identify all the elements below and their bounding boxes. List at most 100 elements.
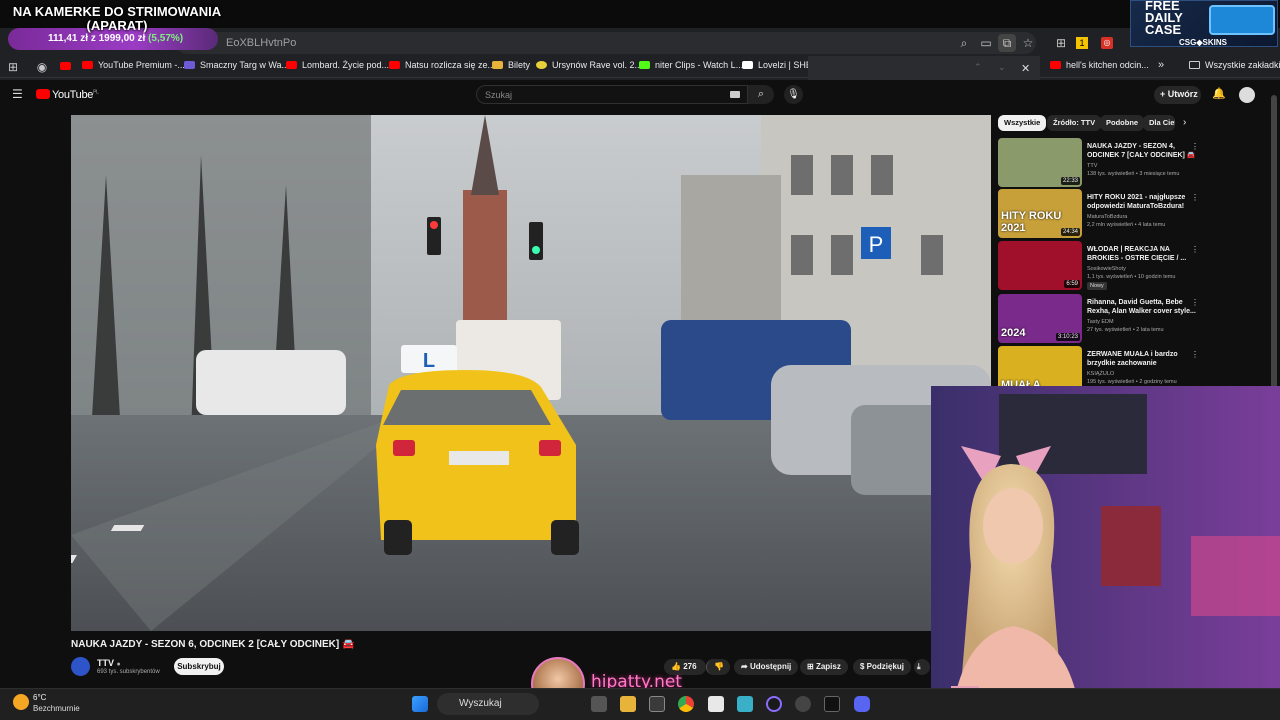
- share-button[interactable]: ➦ Udostępnij: [734, 659, 799, 675]
- more-options-icon[interactable]: ⋮: [1191, 193, 1199, 202]
- download-icon: ⤓: [917, 662, 921, 671]
- related-channel: MaturaToBzdura: [1087, 214, 1128, 220]
- store-icon[interactable]: [649, 696, 665, 712]
- related-meta: 2,2 mln wyświetleń • 4 lata temu: [1087, 222, 1166, 228]
- create-button[interactable]: + Utwórz: [1154, 86, 1201, 104]
- related-video[interactable]: 2024 3:10:23 Rihanna, David Guetta, Bebe R…: [998, 294, 1278, 344]
- obs-icon[interactable]: [766, 696, 782, 712]
- chip-for-you[interactable]: Dla Ciebie: [1143, 115, 1175, 131]
- thanks-button[interactable]: $ Podziękuj: [853, 659, 912, 675]
- extension-icon[interactable]: ⊞: [1052, 34, 1070, 52]
- notepad-icon[interactable]: [708, 696, 724, 712]
- address-bar[interactable]: EoXBLHvtnPo: [176, 32, 1036, 54]
- weather-icon[interactable]: [13, 694, 29, 710]
- notifications-icon[interactable]: 🔔: [1212, 87, 1226, 100]
- url-text: EoXBLHvtnPo: [226, 37, 297, 49]
- video-thumbnail[interactable]: 2024 3:10:23: [998, 294, 1082, 343]
- youtube-logo[interactable]: YouTubePL: [36, 89, 99, 101]
- apps-grid-icon[interactable]: ⊞: [4, 58, 22, 76]
- subscriber-count: 693 tys. subskrybentów: [97, 669, 160, 675]
- video-thumbnail[interactable]: HITY ROKU 2021 24:34: [998, 189, 1082, 238]
- taskbar-search[interactable]: Wyszukaj: [437, 693, 539, 715]
- chrome-icon[interactable]: [678, 696, 694, 712]
- duration-badge: 22:33: [1060, 177, 1080, 185]
- extension-yellow-icon[interactable]: 1: [1076, 37, 1088, 49]
- related-meta: 195 tys. wyświetleń • 2 godziny temu: [1087, 379, 1177, 385]
- chip-similar[interactable]: Podobne: [1100, 115, 1145, 131]
- bookmark-0[interactable]: YouTube Premium -...: [82, 60, 185, 70]
- channel-avatar[interactable]: [71, 657, 90, 676]
- goal-title: NA KAMERKE DO STRIMOWANIA (APARAT): [12, 4, 222, 33]
- bookmark-6[interactable]: niter Clips - Watch L...: [639, 60, 743, 70]
- related-meta: 1,1 tys. wyświetleń • 10 godzin temu: [1087, 274, 1176, 280]
- thumbnail-text: 2024: [1001, 327, 1026, 339]
- find-down-icon[interactable]: ⌄: [998, 62, 1006, 73]
- install-icon[interactable]: ⧉: [998, 34, 1016, 52]
- video-player[interactable]: P L: [71, 115, 991, 631]
- bookmark-2[interactable]: Lombard. Życie pod...: [286, 60, 389, 70]
- bookmark-1[interactable]: Smaczny Targ w Wa...: [184, 60, 289, 70]
- bookmark-5[interactable]: Ursynów Rave vol. 2...: [536, 60, 642, 70]
- subscribe-button[interactable]: Subskrybuj: [174, 658, 224, 675]
- menu-icon[interactable]: ☰: [12, 87, 23, 101]
- cast-icon[interactable]: ▭: [977, 34, 995, 52]
- related-title: HITY ROKU 2021 - najgłupsze odpowiedzi M…: [1087, 194, 1186, 210]
- bookmark-star-icon[interactable]: ☆: [1019, 34, 1037, 52]
- search-placeholder: Szukaj: [485, 90, 513, 100]
- related-title: WŁODAR | REAKCJA NA BROKIES - OSTRE CIĘC…: [1087, 246, 1187, 262]
- duration-badge: 6:59: [1064, 280, 1080, 288]
- more-options-icon[interactable]: ⋮: [1191, 245, 1199, 254]
- search-input[interactable]: Szukaj: [476, 85, 748, 104]
- related-channel: Tasty EDM: [1087, 319, 1114, 325]
- dislike-button[interactable]: 👎: [706, 659, 730, 675]
- site-icon[interactable]: ◉: [33, 58, 51, 76]
- all-bookmarks[interactable]: Wszystkie zakładki: [1189, 60, 1280, 70]
- save-button[interactable]: ⊞ Zapisz: [800, 659, 848, 675]
- download-button[interactable]: ⤓: [914, 659, 930, 675]
- svg-text:L: L: [423, 350, 435, 372]
- app-icon[interactable]: [795, 696, 811, 712]
- find-close-icon[interactable]: ✕: [1021, 62, 1030, 75]
- temperature: 6°C: [33, 693, 47, 702]
- chip-next-icon[interactable]: ›: [1183, 117, 1186, 128]
- duration-badge: 3:10:23: [1055, 333, 1080, 341]
- related-channel: TTV: [1087, 163, 1098, 169]
- mic-icon[interactable]: 🎙: [784, 85, 803, 104]
- search-button[interactable]: ⌕: [748, 85, 774, 104]
- bookmark-8[interactable]: hell's kitchen odcin...: [1050, 60, 1149, 70]
- file-explorer-icon[interactable]: [620, 696, 636, 712]
- search-icon: ⌕: [757, 88, 765, 100]
- channel-name[interactable]: TTV ●: [97, 658, 121, 668]
- region-code: PL: [93, 89, 99, 96]
- bookmark-4[interactable]: Bilety: [492, 60, 530, 70]
- zoom-icon[interactable]: ⌕: [955, 34, 973, 52]
- more-options-icon[interactable]: ⋮: [1191, 298, 1199, 307]
- related-title: Rihanna, David Guetta, Bebe Rexha, Alan …: [1087, 299, 1196, 315]
- related-video[interactable]: 22:33 NAUKA JAZDY - SEZON 4, ODCINEK 7 [C…: [998, 138, 1278, 188]
- video-thumbnail[interactable]: 22:33: [998, 138, 1082, 187]
- youtube-favicon-icon[interactable]: [60, 62, 71, 70]
- video-thumbnail[interactable]: 6:59: [998, 241, 1082, 290]
- duration-badge: 24:34: [1060, 228, 1080, 236]
- share-icon: ➦: [741, 662, 750, 671]
- more-options-icon[interactable]: ⋮: [1191, 350, 1199, 359]
- related-channel: SosikowieShoty: [1087, 266, 1126, 272]
- chip-source[interactable]: Źródło: TTV: [1047, 115, 1102, 131]
- thumbs-up-icon: 👍: [671, 662, 684, 671]
- taskview-icon[interactable]: [591, 696, 607, 712]
- bookmark-3[interactable]: Natsu rozlicza się ze...: [389, 60, 495, 70]
- avatar[interactable]: [1239, 87, 1255, 103]
- more-bookmarks-icon[interactable]: »: [1158, 59, 1164, 71]
- terminal-icon[interactable]: [824, 696, 840, 712]
- related-video[interactable]: HITY ROKU 2021 24:34 HITY ROKU 2021 - najg…: [998, 189, 1278, 239]
- windows-start-icon[interactable]: [412, 696, 428, 712]
- discord-icon[interactable]: [854, 696, 870, 712]
- extension-red-icon[interactable]: ◎: [1101, 37, 1113, 49]
- find-up-icon[interactable]: ⌃: [974, 62, 982, 73]
- more-options-icon[interactable]: ⋮: [1191, 142, 1199, 151]
- related-video[interactable]: 6:59 WŁODAR | REAKCJA NA BROKIES - OSTRE …: [998, 241, 1278, 291]
- spreadsheet-icon[interactable]: [737, 696, 753, 712]
- keyboard-icon[interactable]: [730, 91, 740, 98]
- chip-all[interactable]: Wszystkie: [998, 115, 1047, 131]
- weather-status: Bezchmurnie: [33, 704, 80, 713]
